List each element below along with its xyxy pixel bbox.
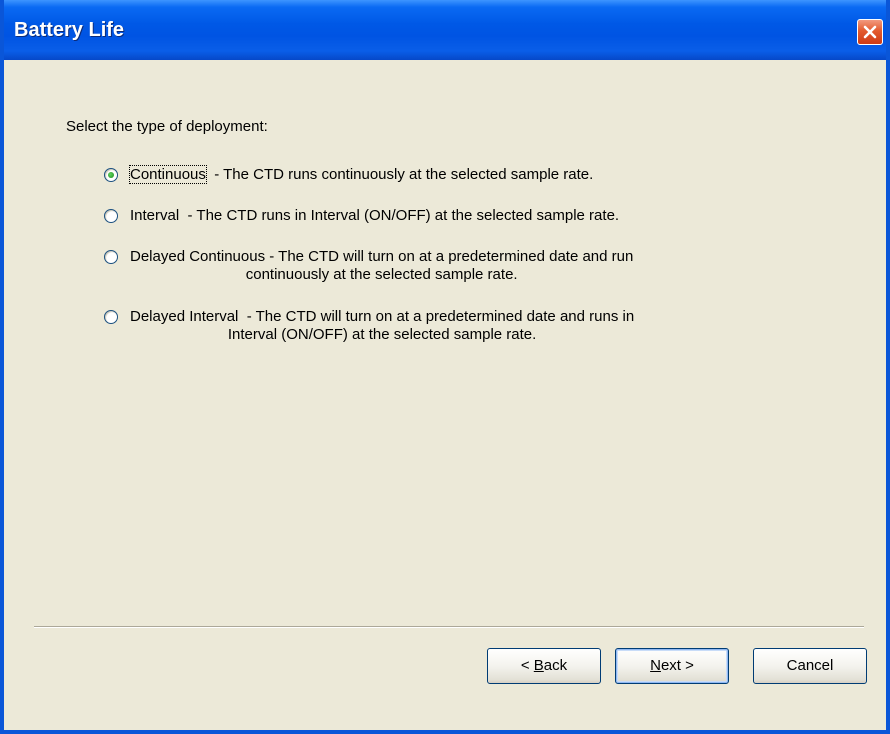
delayed-interval-label[interactable]: Delayed Interval - The CTD will turn on … (130, 308, 634, 344)
close-button[interactable] (857, 19, 883, 45)
next-mnemonic: N (650, 657, 661, 674)
back-prefix: < (520, 657, 534, 674)
option-description: - The CTD runs in Interval (ON/OFF) at t… (179, 207, 620, 224)
option-description: - The CTD will turn on at a predetermine… (238, 308, 635, 325)
title-bar[interactable]: Battery Life (4, 0, 886, 60)
delayed-interval-radio[interactable] (104, 310, 118, 324)
close-icon (863, 25, 877, 39)
back-rest: ack (543, 657, 568, 674)
continuous-radio[interactable] (104, 168, 118, 182)
interval-label[interactable]: Interval - The CTD runs in Interval (ON/… (130, 207, 619, 225)
delayed-continuous-label[interactable]: Delayed Continuous - The CTD will turn o… (130, 248, 633, 284)
radio-selected-dot (108, 172, 114, 178)
deployment-prompt: Select the type of deployment: (66, 118, 268, 135)
option-description-line2: Interval (ON/OFF) at the selected sample… (227, 326, 537, 343)
option-name: Delayed Continuous (130, 248, 266, 265)
option-description: - The CTD runs continuously at the selec… (205, 166, 594, 183)
option-description-line2: continuously at the selected sample rate… (245, 266, 518, 283)
option-name: Continuous (129, 165, 207, 184)
continuous-label[interactable]: Continuous - The CTD runs continuously a… (129, 165, 594, 184)
window-title: Battery Life (14, 19, 125, 41)
separator-line (34, 626, 864, 628)
cancel-button[interactable]: Cancel (753, 648, 867, 684)
option-name: Delayed Interval (130, 308, 239, 325)
interval-radio[interactable] (104, 209, 118, 223)
battery-life-dialog: Battery Life Select the type of deployme… (0, 0, 890, 734)
option-name: Interval (130, 207, 180, 224)
next-rest: ext > (660, 657, 694, 674)
next-button[interactable]: Next > (615, 648, 729, 684)
delayed-continuous-radio[interactable] (104, 250, 118, 264)
dialog-content: Select the type of deployment: Continuou… (4, 60, 886, 730)
back-mnemonic: B (533, 657, 544, 674)
option-description: - The CTD will turn on at a predetermine… (265, 248, 634, 265)
back-button[interactable]: < Back (487, 648, 601, 684)
